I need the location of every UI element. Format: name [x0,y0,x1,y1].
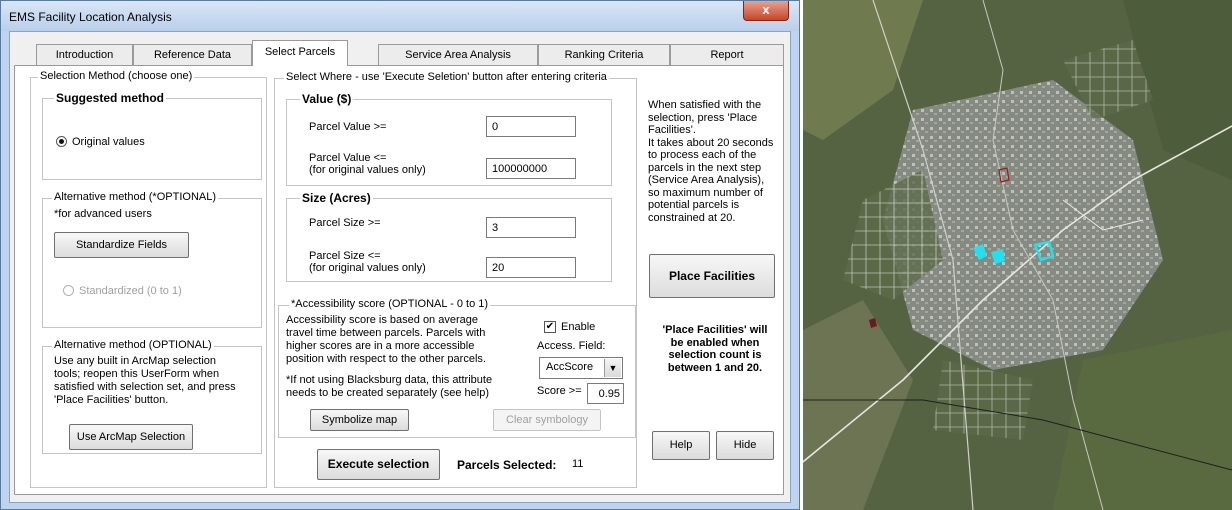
window-title: EMS Facility Location Analysis [9,10,172,24]
chevron-down-icon[interactable]: ▼ [604,359,621,377]
description-line: travel time between parcels. Parcels wit… [286,327,486,339]
instruction-line: tools; reopen this UserForm when [54,368,220,380]
button-label: Use ArcMap Selection [76,431,186,443]
parcel-size-max-label: Parcel Size <= [309,250,381,262]
access-field-value: AccScore [546,361,594,373]
value-legend: Value ($) [300,92,354,106]
execute-selection-button[interactable]: Execute selection [317,449,440,480]
button-label: Hide [733,439,757,451]
arcmap-instructions: Use any built in ArcMap selection tools;… [54,355,236,407]
help-button[interactable]: Help [652,431,710,460]
button-label: Help [669,439,693,451]
selection-method-legend: Selection Method (choose one) [38,70,195,82]
hide-button[interactable]: Hide [716,431,774,460]
aerial-map[interactable] [803,0,1232,510]
instruction-line: Use any built in ArcMap selection [54,355,217,367]
standardized-label: Standardized (0 to 1) [79,285,182,297]
parcel-value-max-input[interactable] [486,158,576,179]
tab-report[interactable]: Report [670,44,784,65]
button-label: Clear symbology [506,414,588,426]
info-line: (Service Area Analysis), [648,174,765,186]
alternative-method-2-legend: Alternative method (OPTIONAL) [52,339,214,351]
tab-label: Ranking Criteria [564,49,644,61]
warning-line: be enabled when [670,336,760,349]
description-line: position with respect to the other parce… [286,353,486,365]
aerial-map-icon [803,0,1232,510]
note-line: needs to be created separately (see help… [286,387,490,399]
tab-select-parcels[interactable]: Select Parcels [252,40,348,66]
button-label: Standardize Fields [75,239,168,251]
parcel-value-max-note: (for original values only) [309,164,426,176]
warning-line: selection count is [668,349,762,361]
tab-introduction[interactable]: Introduction [36,44,133,65]
info-line: selection, press 'Place [648,111,758,124]
checkmark-icon: ✔ [545,321,555,332]
close-icon: x [762,2,770,17]
description-line: Accessibility score is based on average [286,314,478,326]
description-line: higher scores are in a more accessible [286,340,475,352]
button-label: Place Facilities [668,269,756,283]
parcel-value-min-label: Parcel Value >= [309,121,387,133]
parcel-size-min-input[interactable] [486,217,576,238]
use-arcmap-selection-button[interactable]: Use ArcMap Selection [69,424,193,450]
tab-label: Introduction [55,49,114,61]
tab-reference-data[interactable]: Reference Data [133,44,252,65]
tab-label: Select Parcels [264,46,336,58]
accessibility-description: Accessibility score is based on average … [286,314,486,366]
clear-symbology-button[interactable]: Clear symbology [493,409,601,431]
standardized-radio[interactable] [63,285,74,296]
parcel-value-min-input[interactable] [486,116,576,137]
instruction-line: satisfied with selection set, and press [54,381,236,393]
info-line: It takes about 20 seconds [648,136,774,149]
place-facilities-info: When satisfied with the selection, press… [648,99,783,224]
parcel-size-max-note: (for original values only) [309,262,426,274]
button-label: Execute selection [327,457,430,471]
button-label: Symbolize map [321,414,398,426]
select-where-legend: Select Where - use 'Execute Seletion' bu… [284,71,609,83]
warning-line: 'Place Facilities' will [662,324,768,336]
size-legend: Size (Acres) [300,191,373,205]
info-line: to process each of the [648,149,757,161]
advanced-users-note: *for advanced users [54,208,152,220]
score-input[interactable] [587,383,624,404]
parcels-selected-count: 11 [567,457,589,471]
access-field-select[interactable]: AccScore ▼ [539,357,623,379]
parcel-size-min-label: Parcel Size >= [309,217,381,229]
enable-label: Enable [561,321,596,333]
tab-label: Report [710,49,744,61]
suggested-method-legend: Suggested method [54,91,167,105]
enable-checkbox[interactable]: ✔ [544,321,556,333]
info-line: potential parcels is [648,199,740,211]
radio-selected-dot [59,139,64,144]
parcel-value-max-label: Parcel Value <= [309,152,387,164]
info-line: so maximum number of [648,186,763,199]
standardize-fields-button[interactable]: Standardize Fields [54,232,189,258]
place-facilities-warning: 'Place Facilities' will be enabled when … [650,324,780,374]
parcels-selected-label: Parcels Selected: [457,458,557,472]
original-values-radio[interactable] [56,136,67,147]
warning-line: between 1 and 20. [667,361,763,374]
title-bar[interactable]: EMS Facility Location Analysis x [1,1,799,31]
alternative-method-1-legend: Alternative method (*OPTIONAL) [52,191,219,203]
instruction-line: 'Place Facilities' button. [54,394,169,406]
original-values-label: Original values [72,136,145,148]
parcel-size-max-input[interactable] [486,257,576,278]
tab-service-area-analysis[interactable]: Service Area Analysis [378,44,538,65]
info-line: Facilities'. [648,124,696,136]
info-line: constrained at 20. [648,211,736,224]
note-line: *If not using Blacksburg data, this attr… [286,374,493,386]
access-field-label: Access. Field: [537,340,606,352]
accessibility-note: *If not using Blacksburg data, this attr… [286,374,492,400]
score-label: Score >= [537,385,582,397]
accessibility-legend: *Accessibility score (OPTIONAL - 0 to 1) [289,298,491,310]
symbolize-map-button[interactable]: Symbolize map [310,409,409,431]
info-line: When satisfied with the [648,99,762,111]
close-button[interactable]: x [743,1,789,21]
tab-label: Reference Data [153,49,232,61]
tab-ranking-criteria[interactable]: Ranking Criteria [538,44,670,65]
tab-label: Service Area Analysis [405,49,511,61]
info-line: parcels in the next step [648,161,762,174]
place-facilities-button[interactable]: Place Facilities [649,254,775,298]
